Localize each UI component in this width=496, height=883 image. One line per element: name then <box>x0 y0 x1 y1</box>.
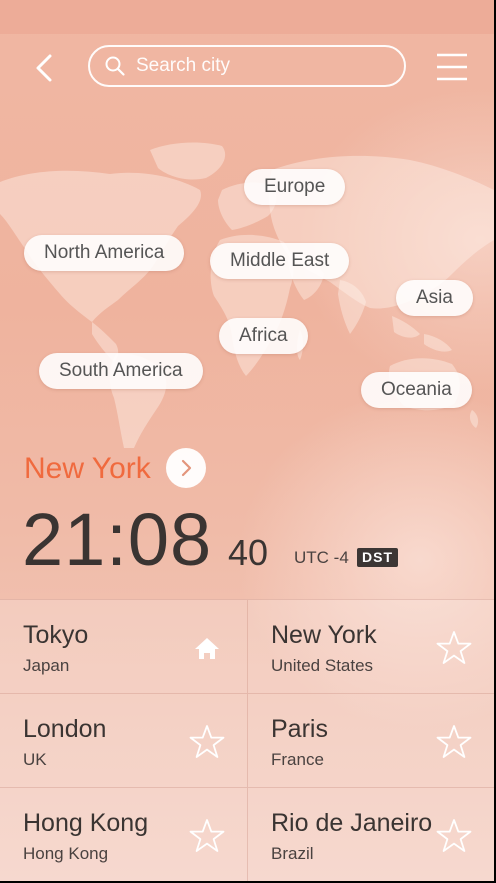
search-icon <box>105 56 125 76</box>
world-clock-screen: Europe North America Middle East Asia Af… <box>0 0 494 881</box>
region-africa[interactable]: Africa <box>219 318 308 354</box>
city-tile-name: New York <box>271 621 377 649</box>
city-tile-name: Paris <box>271 715 328 743</box>
city-tile-name: Rio de Janeiro <box>271 809 433 837</box>
menu-button[interactable] <box>436 52 468 82</box>
menu-icon <box>437 53 467 81</box>
star-icon[interactable] <box>436 630 472 666</box>
region-asia[interactable]: Asia <box>396 280 473 316</box>
city-tile-paris[interactable]: Paris France <box>247 693 494 787</box>
city-tile-name: London <box>23 715 107 743</box>
star-icon[interactable] <box>436 724 472 760</box>
city-tile-country: UK <box>23 750 47 769</box>
chevron-right-icon <box>181 459 192 477</box>
home-icon[interactable] <box>189 630 225 666</box>
city-tile-london[interactable]: London UK <box>0 693 247 787</box>
city-tile-name: Hong Kong <box>23 809 149 837</box>
city-tile-rio-de-janeiro[interactable]: Rio de Janeiro Brazil <box>247 787 494 881</box>
current-seconds: 40 <box>228 532 269 573</box>
region-north-america[interactable]: North America <box>24 235 185 271</box>
city-detail-button[interactable] <box>166 448 206 488</box>
star-icon[interactable] <box>189 724 225 760</box>
star-icon[interactable] <box>436 818 472 854</box>
region-oceania[interactable]: Oceania <box>361 372 472 408</box>
city-tile-new-york[interactable]: New York United States <box>247 599 494 693</box>
star-icon[interactable] <box>189 818 225 854</box>
city-grid: Tokyo Japan New York United States Londo… <box>0 599 494 881</box>
chevron-left-icon <box>36 54 52 82</box>
back-button[interactable] <box>28 50 64 86</box>
selected-city-name[interactable]: New York <box>24 450 151 488</box>
current-time: 21:08 <box>22 498 213 581</box>
region-europe[interactable]: Europe <box>244 169 346 205</box>
city-tile-country: Hong Kong <box>23 844 109 863</box>
city-tile-name: Tokyo <box>23 621 89 649</box>
dst-badge: DST <box>357 548 398 567</box>
search-bar[interactable] <box>88 45 406 87</box>
city-tile-country: United States <box>271 656 374 675</box>
city-tile-country: Japan <box>23 656 70 675</box>
city-tile-tokyo[interactable]: Tokyo Japan <box>0 599 247 693</box>
city-tile-country: France <box>271 750 324 769</box>
region-south-america[interactable]: South America <box>39 353 203 389</box>
utc-offset: UTC -4 <box>294 548 349 567</box>
region-middle-east[interactable]: Middle East <box>210 243 350 279</box>
city-tile-hong-kong[interactable]: Hong Kong Hong Kong <box>0 787 247 881</box>
city-tile-country: Brazil <box>271 844 314 863</box>
status-bar <box>0 0 494 34</box>
search-input[interactable] <box>134 54 378 78</box>
